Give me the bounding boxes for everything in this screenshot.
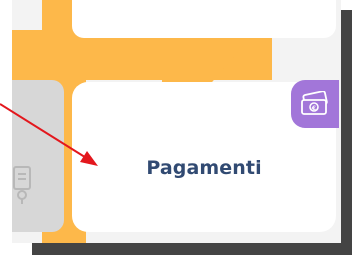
dashboard-canvas: € Pagamenti bbox=[12, 0, 341, 243]
frame-shadow-bottom bbox=[32, 243, 352, 255]
payments-card-label: Pagamenti bbox=[146, 157, 262, 179]
payments-badge: € bbox=[291, 80, 339, 128]
document-icon bbox=[13, 166, 31, 204]
card-partial-top[interactable] bbox=[72, 0, 336, 38]
frame-shadow-right bbox=[340, 10, 352, 255]
screenshot-frame: € Pagamenti bbox=[0, 0, 352, 255]
card-partial-left[interactable] bbox=[12, 80, 64, 232]
svg-text:€: € bbox=[311, 105, 316, 112]
money-icon: € bbox=[301, 91, 328, 115]
